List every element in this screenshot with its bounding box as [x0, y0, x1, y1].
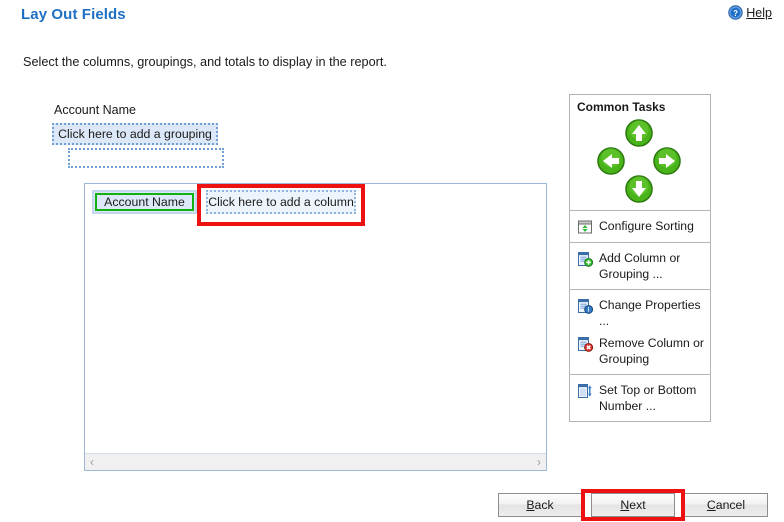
cancel-button[interactable]: Cancel: [684, 493, 768, 517]
tasks-group-add: Add Column or Grouping ...: [570, 242, 710, 289]
cancel-rest: ancel: [715, 498, 746, 512]
arrow-left-icon: [597, 147, 625, 175]
task-label: Change Properties ...: [599, 298, 701, 328]
task-add-column-or-grouping[interactable]: Add Column or Grouping ...: [570, 247, 710, 285]
column-header-row: Account Name Click here to add a column: [85, 184, 356, 214]
next-rest: ext: [629, 498, 646, 512]
remove-column-icon: [577, 336, 594, 352]
back-accel: B: [526, 498, 535, 512]
empty-grouping-dropzone[interactable]: [68, 148, 224, 168]
move-up-button[interactable]: [624, 118, 654, 148]
page-title: Lay Out Fields: [21, 6, 126, 23]
task-set-top-or-bottom-number[interactable]: Set Top or Bottom Number ...: [570, 379, 710, 417]
top-bottom-number-icon: [577, 383, 593, 399]
move-right-button[interactable]: [652, 146, 682, 176]
add-column-label: Click here to add a column: [208, 195, 354, 209]
grouping-field-label: Account Name: [54, 103, 136, 117]
report-design-surface[interactable]: Account Name Click here to add a column …: [84, 183, 547, 471]
arrow-up-icon: [625, 119, 653, 147]
instruction-text: Select the columns, groupings, and total…: [23, 55, 387, 69]
back-button[interactable]: Back: [498, 493, 582, 517]
add-grouping-label: Click here to add a grouping: [58, 127, 212, 141]
column-cell-account-name[interactable]: Account Name: [92, 190, 197, 214]
task-label: Configure Sorting: [599, 219, 694, 233]
task-label: Add Column or Grouping ...: [599, 251, 681, 281]
horizontal-scrollbar[interactable]: ‹ ›: [85, 453, 546, 470]
add-column-icon: [577, 251, 594, 267]
next-accel: N: [620, 498, 630, 512]
properties-column-icon: i: [577, 298, 594, 314]
next-button[interactable]: Next: [591, 493, 675, 517]
tasks-group-modify: i Change Properties ... Remove Column or…: [570, 289, 710, 374]
common-tasks-panel: Common Tasks Configure Sorting Add Colum…: [569, 94, 711, 422]
arrow-right-icon: [653, 147, 681, 175]
scroll-right-icon[interactable]: ›: [532, 455, 546, 469]
help-label: Help: [746, 5, 772, 20]
common-tasks-title: Common Tasks: [577, 100, 666, 114]
sort-window-icon: [577, 219, 593, 235]
navigation-pad: [570, 118, 710, 210]
add-column-dropzone[interactable]: Click here to add a column: [206, 190, 356, 214]
help-circle-icon: ?: [728, 5, 743, 20]
column-cell-label: Account Name: [104, 195, 185, 209]
arrow-down-icon: [625, 175, 653, 203]
task-remove-column-or-grouping[interactable]: Remove Column or Grouping: [570, 332, 710, 370]
back-rest: ack: [534, 498, 554, 512]
scroll-left-icon[interactable]: ‹: [85, 455, 99, 469]
task-change-properties[interactable]: i Change Properties ...: [570, 294, 710, 332]
move-left-button[interactable]: [596, 146, 626, 176]
add-grouping-dropzone[interactable]: Click here to add a grouping: [52, 123, 218, 145]
tasks-group-top-bottom: Set Top or Bottom Number ...: [570, 374, 710, 421]
help-link[interactable]: ? Help: [728, 5, 772, 20]
cancel-accel: C: [706, 498, 716, 512]
tasks-group-sorting: Configure Sorting: [570, 210, 710, 242]
task-label: Remove Column or Grouping: [599, 336, 704, 366]
task-label: Set Top or Bottom Number ...: [599, 383, 697, 413]
svg-text:?: ?: [733, 9, 738, 18]
move-down-button[interactable]: [624, 174, 654, 204]
task-configure-sorting[interactable]: Configure Sorting: [570, 215, 710, 238]
